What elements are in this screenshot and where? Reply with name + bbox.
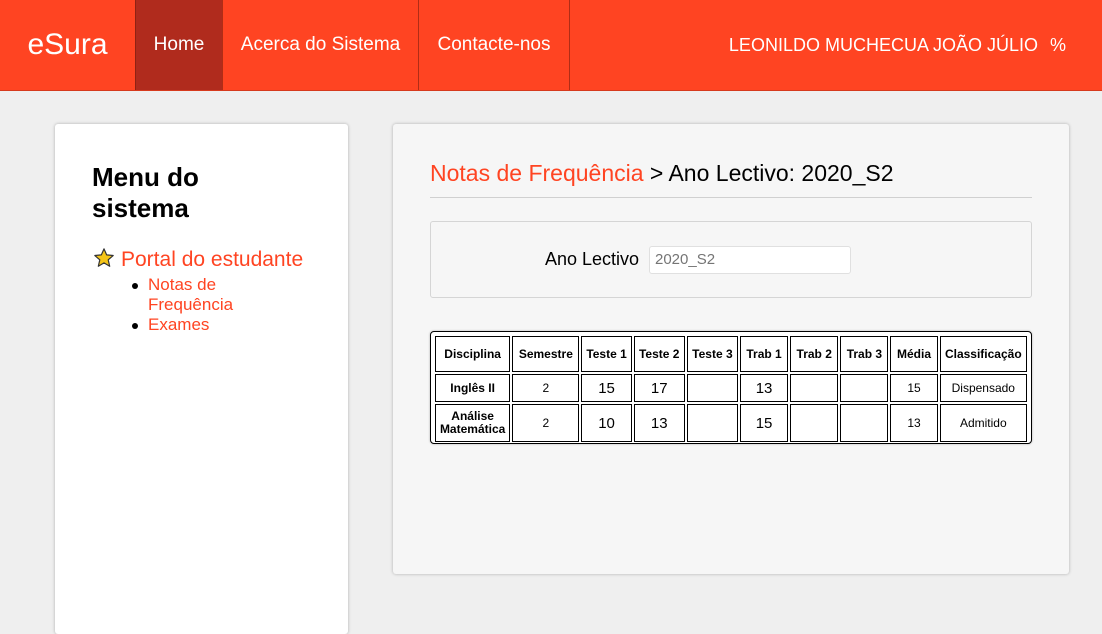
- sidebar-item-portal[interactable]: Portal do estudante: [93, 247, 303, 272]
- sidebar-item-notas[interactable]: Notas de Frequência: [132, 275, 278, 315]
- cell-trab1: 15: [739, 404, 789, 442]
- filter-box: Ano Lectivo: [430, 221, 1032, 298]
- nav-contact[interactable]: Contacte-nos: [419, 0, 570, 90]
- cell-semestre: 2: [512, 404, 580, 442]
- page-title: Notas de Frequência > Ano Lectivo: 2020_…: [430, 160, 894, 187]
- cell-media: 13: [890, 404, 938, 442]
- cell-trab2: [790, 404, 839, 442]
- user-menu-suffix: %: [1049, 35, 1066, 55]
- cell-trab2: [790, 374, 839, 402]
- column-header: Disciplina: [435, 336, 511, 372]
- column-header: Trab 3: [840, 336, 889, 372]
- column-header: Média: [890, 336, 938, 372]
- cell-teste1: 10: [581, 404, 632, 442]
- cell-trab1: 13: [739, 374, 789, 402]
- user-name-label: LEONILDO MUCHECUA JOÃO JÚLIO: [728, 35, 1038, 55]
- cell-disciplina: Inglês II: [435, 374, 511, 402]
- cell-trab3: [840, 374, 889, 402]
- column-header: Semestre: [512, 336, 580, 372]
- cell-classificacao: Dispensado: [939, 374, 1027, 402]
- table-header-row: Disciplina Semestre Teste 1 Teste 2 Test…: [435, 336, 1027, 372]
- nav-home[interactable]: Home: [135, 0, 223, 90]
- nav-about[interactable]: Acerca do Sistema: [223, 0, 419, 90]
- sidebar-item-portal-label: Portal do estudante: [121, 248, 304, 271]
- grades-table: Disciplina Semestre Teste 1 Teste 2 Test…: [433, 334, 1029, 444]
- star-icon: [93, 247, 115, 269]
- column-header: Trab 1: [739, 336, 789, 372]
- cell-teste3: [686, 404, 738, 442]
- cell-media: 15: [890, 374, 938, 402]
- grades-table-container: Disciplina Semestre Teste 1 Teste 2 Test…: [430, 331, 1032, 444]
- cell-teste2: 13: [633, 404, 685, 442]
- brand-logo[interactable]: eSura: [0, 0, 135, 90]
- user-menu[interactable]: LEONILDO MUCHECUA JOÃO JÚLIO%: [729, 0, 1066, 90]
- cell-classificacao: Admitido: [939, 404, 1027, 442]
- column-header: Teste 3: [686, 336, 738, 372]
- cell-trab3: [840, 404, 889, 442]
- top-navbar: eSura Home Acerca do Sistema Contacte-no…: [0, 0, 1102, 91]
- cell-teste2: 17: [633, 374, 685, 402]
- cell-teste1: 15: [581, 374, 632, 402]
- cell-teste3: [686, 374, 738, 402]
- ano-lectivo-label: Ano Lectivo: [545, 249, 640, 269]
- sidebar: Menu do sistema Portal do estudante Nota…: [55, 124, 348, 634]
- column-header: Teste 1: [581, 336, 632, 372]
- main-panel: Notas de Frequência > Ano Lectivo: 2020_…: [393, 124, 1069, 574]
- column-header: Teste 2: [633, 336, 685, 372]
- table-row: Inglês II 2 15 17 13 15 Dispensado: [435, 374, 1027, 402]
- title-divider: [430, 197, 1032, 198]
- sidebar-item-exames[interactable]: Exames: [132, 315, 278, 335]
- page-title-rest: > Ano Lectivo: 2020_S2: [643, 160, 894, 186]
- breadcrumb-link[interactable]: Notas de Frequência: [430, 160, 644, 186]
- column-header: Trab 2: [790, 336, 839, 372]
- column-header: Classificação: [939, 336, 1027, 372]
- sidebar-title: Menu do sistema: [92, 162, 199, 223]
- cell-semestre: 2: [512, 374, 580, 402]
- sidebar-submenu: Notas de Frequência Exames: [132, 275, 278, 335]
- ano-lectivo-input[interactable]: [649, 246, 851, 274]
- table-row: Análise Matemática 2 10 13 15 13 Admitid…: [435, 404, 1027, 442]
- cell-disciplina: Análise Matemática: [435, 404, 511, 442]
